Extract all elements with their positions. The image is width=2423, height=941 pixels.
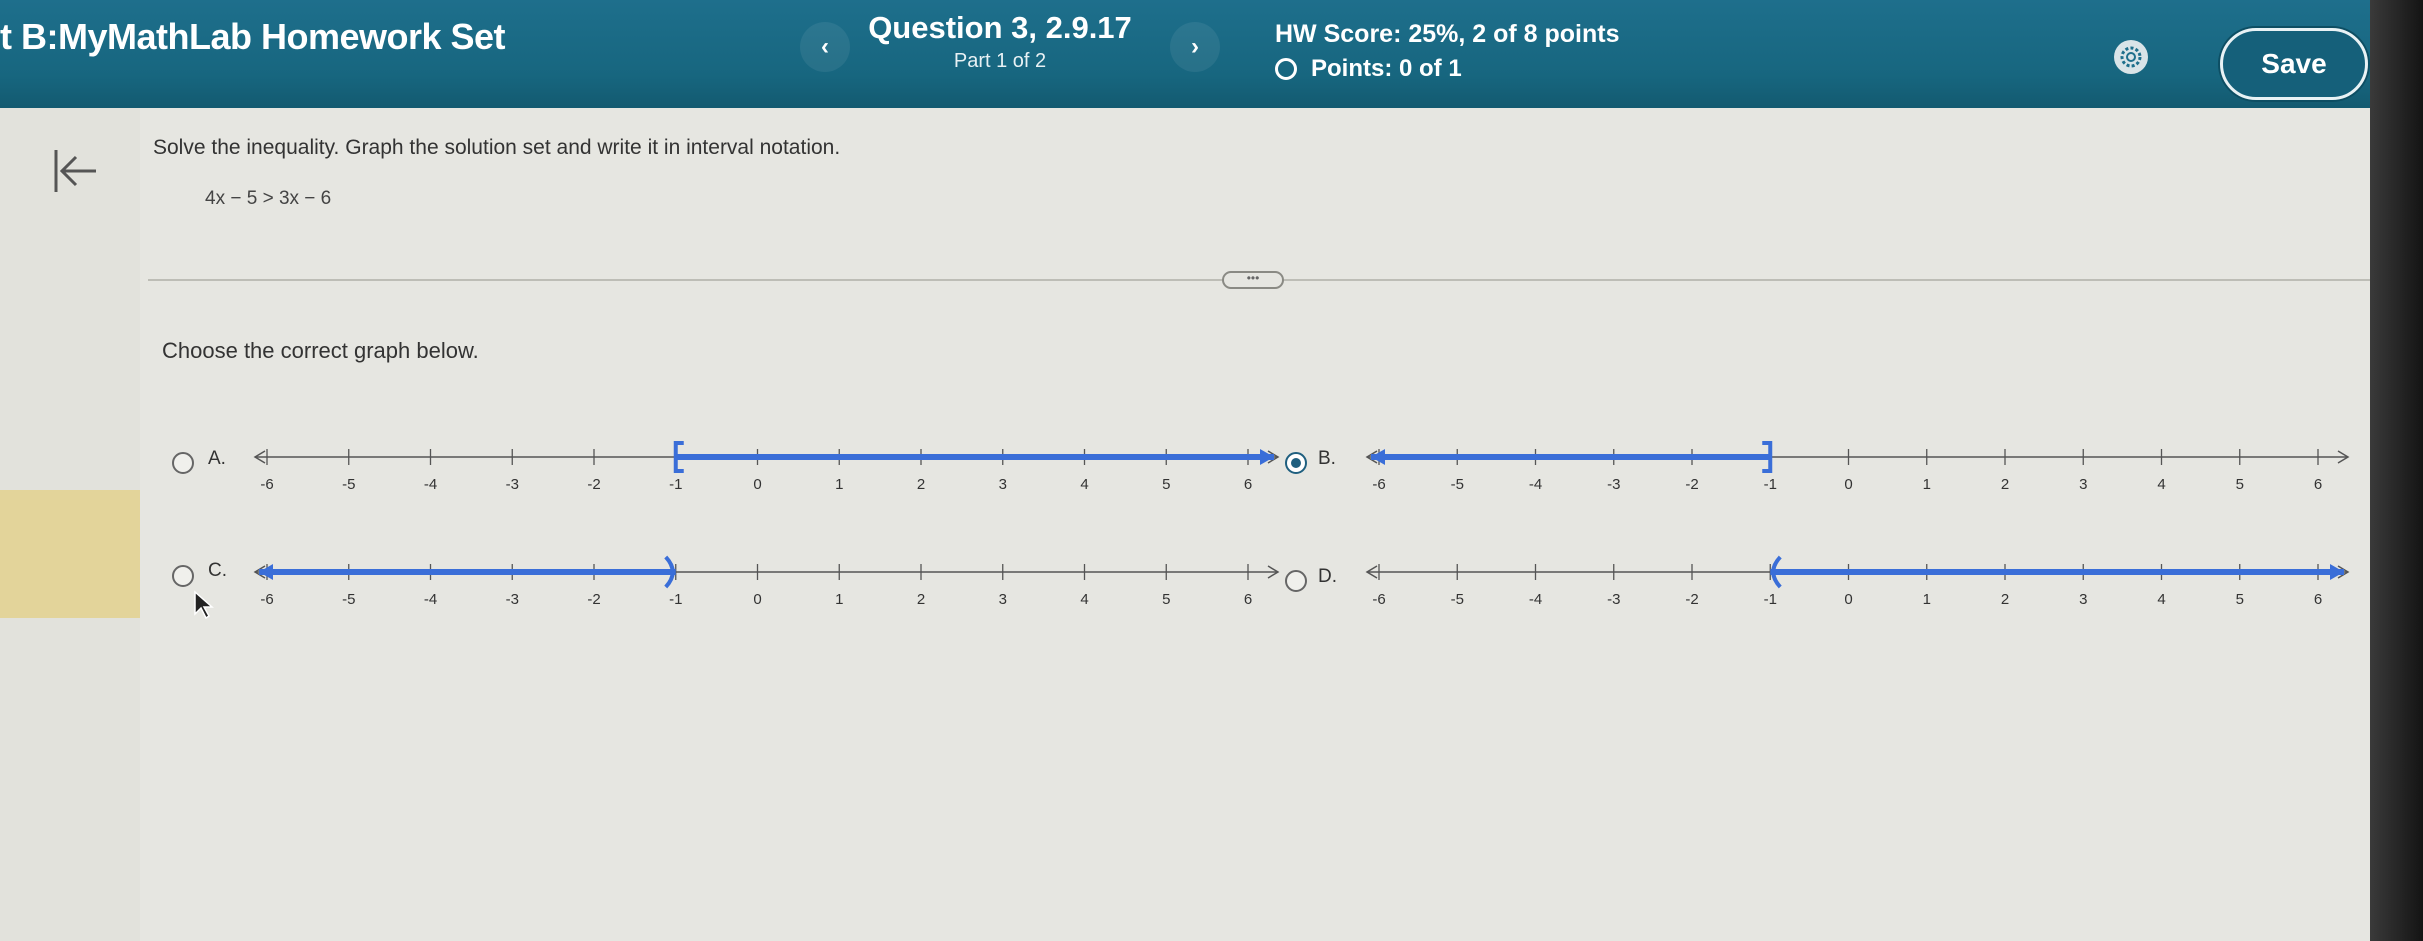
tick-label: 2	[2001, 591, 2009, 608]
previous-question-button[interactable]: ‹	[800, 22, 850, 72]
question-info: Question 3, 2.9.17 Part 1 of 2	[855, 10, 1145, 73]
tick-label: -4	[424, 591, 437, 608]
ray-arrowhead	[259, 564, 273, 580]
left-rail-highlight	[0, 490, 140, 618]
tick-label: -1	[1764, 476, 1777, 493]
tick-label: 1	[835, 591, 843, 608]
tick-label: 4	[1080, 476, 1088, 493]
tick-label: 3	[2079, 591, 2087, 608]
tick-label: -4	[1529, 591, 1542, 608]
divider-handle[interactable]: •••	[1222, 271, 1284, 289]
tick-label: -3	[1607, 476, 1620, 493]
score-block: HW Score: 25%, 2 of 8 points Points: 0 o…	[1275, 20, 1620, 83]
tick-label: 3	[2079, 476, 2087, 493]
tick-label: 0	[1844, 591, 1852, 608]
tick-label: -4	[1529, 476, 1542, 493]
tick-label: -3	[506, 476, 519, 493]
tick-label: -5	[342, 591, 355, 608]
option-d-number-line[interactable]: -6 -5 -4 -3 -2 -1 0 1 2 3 4 5 6	[1357, 545, 2360, 615]
tick-label: 0	[1844, 476, 1852, 493]
instructions-text: Solve the inequality. Graph the solution…	[153, 136, 841, 159]
tick-label: -5	[1451, 476, 1464, 493]
option-a-number-line[interactable]: -6 -5 -4 -3 -2 -1 0 1 2 3 4 5 6	[245, 430, 1290, 500]
option-d-label[interactable]: D.	[1318, 566, 1337, 588]
hw-score: HW Score: 25%, 2 of 8 points	[1275, 20, 1620, 48]
tick-label: 2	[917, 476, 925, 493]
tick-label: 5	[2236, 591, 2244, 608]
tick-label: 0	[753, 591, 761, 608]
tick-label: 0	[753, 476, 761, 493]
tick-label: 5	[2236, 476, 2244, 493]
option-c-label[interactable]: C.	[208, 560, 227, 582]
option-a-label[interactable]: A.	[208, 448, 226, 470]
question-part: Part 1 of 2	[953, 50, 1047, 72]
tick-label: -6	[260, 476, 273, 493]
collapse-left-arrow-icon[interactable]	[50, 146, 100, 201]
chevron-right-icon: ›	[1191, 33, 1199, 60]
tick-label: -2	[587, 591, 600, 608]
tick-label: 4	[2157, 476, 2165, 493]
screen-bezel	[2370, 0, 2423, 941]
choose-prompt: Choose the correct graph below.	[162, 338, 479, 363]
ray-arrowhead	[2330, 564, 2344, 580]
points-status: Points: 0 of 1	[1275, 55, 1620, 83]
tick-label: -1	[669, 591, 682, 608]
tick-label: -2	[587, 476, 600, 493]
tick-label: 2	[917, 591, 925, 608]
tick-label: 1	[1923, 591, 1931, 608]
option-b-radio[interactable]	[1285, 452, 1307, 474]
tick-label: 5	[1162, 591, 1170, 608]
tick-label: 4	[1080, 591, 1088, 608]
tick-label: -5	[342, 476, 355, 493]
question-title: Question 3, 2.9.17	[868, 10, 1132, 45]
tick-label: -5	[1451, 591, 1464, 608]
tick-label: -6	[1372, 591, 1385, 608]
tick-label: 5	[1162, 476, 1170, 493]
ray-arrowhead	[1260, 449, 1274, 465]
option-c-number-line[interactable]: -6 -5 -4 -3 -2 -1 0 1 2 3 4 5 6	[245, 545, 1290, 615]
top-header: t B:MyMathLab Homework Set ‹ Question 3,…	[0, 0, 2423, 108]
tick-label: 1	[1923, 476, 1931, 493]
points-circle-icon	[1275, 58, 1297, 80]
question-content	[140, 108, 2370, 941]
tick-label: 2	[2001, 476, 2009, 493]
tick-label: -6	[1372, 476, 1385, 493]
next-question-button[interactable]: ›	[1170, 22, 1220, 72]
option-d-radio[interactable]	[1285, 570, 1307, 592]
option-b-number-line[interactable]: -6 -5 -4 -3 -2 -1 0 1 2 3 4 5 6	[1357, 430, 2360, 500]
tick-label: -2	[1685, 591, 1698, 608]
tick-label: -3	[1607, 591, 1620, 608]
tick-label: -4	[424, 476, 437, 493]
settings-gear-icon[interactable]	[2114, 40, 2148, 74]
tick-label: -6	[260, 591, 273, 608]
mouse-pointer-icon	[193, 590, 215, 625]
tick-label: -3	[506, 591, 519, 608]
inequality-expression: 4x − 5 > 3x − 6	[205, 188, 332, 209]
tick-label: 3	[999, 591, 1007, 608]
tick-label: 4	[2157, 591, 2165, 608]
ray-arrowhead	[1371, 449, 1385, 465]
option-c-radio[interactable]	[172, 565, 194, 587]
tick-label: 6	[2314, 476, 2322, 493]
option-b-label[interactable]: B.	[1318, 448, 1336, 470]
tick-label: -2	[1685, 476, 1698, 493]
points-text: Points: 0 of 1	[1311, 55, 1462, 82]
save-button[interactable]: Save	[2220, 28, 2368, 100]
tick-label: -1	[669, 476, 682, 493]
assignment-title[interactable]: t B:MyMathLab Homework Set	[0, 16, 506, 58]
tick-label: 3	[999, 476, 1007, 493]
tick-label: 6	[2314, 591, 2322, 608]
option-a-radio[interactable]	[172, 452, 194, 474]
tick-label: 1	[835, 476, 843, 493]
tick-label: 6	[1244, 591, 1252, 608]
tick-label: -1	[1764, 591, 1777, 608]
tick-label: 6	[1244, 476, 1252, 493]
chevron-left-icon: ‹	[821, 33, 829, 60]
